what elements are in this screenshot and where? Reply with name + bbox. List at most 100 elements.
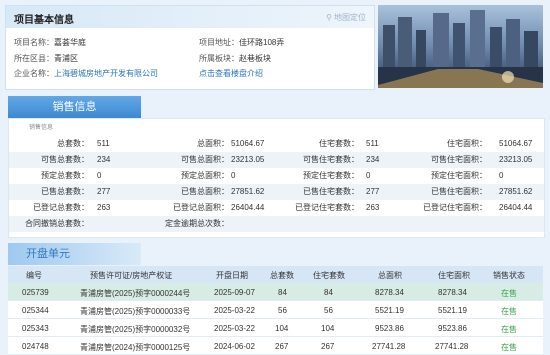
sales-value: 23213.05 xyxy=(499,155,533,164)
project-info-header: 项目基本信息 ⚲ 地图定位 xyxy=(6,6,374,28)
sales-value: 263 xyxy=(366,203,380,212)
sales-label: 已登记住宅面积： xyxy=(423,203,487,212)
table-row[interactable]: 025343 青浦房管(2025)预字0000032号 2025-03-22 1… xyxy=(8,319,543,337)
cell-id: 025344 xyxy=(22,306,49,315)
sales-value: 0 xyxy=(499,171,504,180)
sales-value: 27851.62 xyxy=(231,187,265,196)
cell-residential-units: 104 xyxy=(321,324,335,333)
col-header-residential-units: 住宅套数 xyxy=(313,271,345,280)
sales-value: 277 xyxy=(366,187,380,196)
cell-status: 在售 xyxy=(501,325,517,334)
sales-value: 263 xyxy=(97,203,111,212)
cell-total-area: 8278.34 xyxy=(375,288,404,297)
sales-tab[interactable]: 销售信息 xyxy=(8,96,141,118)
map-locate-label: 地图定位 xyxy=(334,13,366,22)
sales-label: 合同撤销总套数： xyxy=(25,219,89,228)
cell-date: 2025-03-22 xyxy=(214,324,255,333)
sales-label: 定金逾期总次数： xyxy=(165,219,229,228)
table-row[interactable]: 025344 青浦房管(2025)预字0000033号 2025-03-22 5… xyxy=(8,301,543,319)
cell-residential-area: 8278.34 xyxy=(438,288,467,297)
project-info-card: 项目基本信息 ⚲ 地图定位 项目名称：嘉荟华庭 项目地址：佳环路108弄 所在区县… xyxy=(5,5,375,90)
sales-value: 23213.05 xyxy=(231,155,265,164)
intro-field: 点击查看楼盘介绍 xyxy=(199,68,263,79)
project-name-value: 嘉荟华庭 xyxy=(54,38,86,47)
sales-value: 0 xyxy=(97,171,102,180)
sales-label: 已售住宅套数： xyxy=(303,187,359,196)
sales-value: 51064.67 xyxy=(231,139,265,148)
units-section-header: 开盘单元 xyxy=(5,243,543,265)
sales-label: 可售总面积： xyxy=(181,155,229,164)
district-label: 所在区县： xyxy=(14,54,54,63)
sales-label: 总套数： xyxy=(57,139,89,148)
sales-value: 511 xyxy=(97,139,110,148)
col-header-date: 开盘日期 xyxy=(216,271,248,280)
sales-label: 预定住宅套数： xyxy=(303,171,359,180)
cell-permit: 青浦房管(2025)预字0000033号 xyxy=(80,307,191,316)
sales-label: 已售总套数： xyxy=(41,187,89,196)
sales-label: 已登记总套数： xyxy=(33,203,89,212)
cell-status: 在售 xyxy=(501,289,517,298)
units-table-header: 编号 预售许可证/房地产权证 开盘日期 总套数 住宅套数 总面积 住宅面积 销售… xyxy=(8,266,543,283)
sales-value: 27851.62 xyxy=(499,187,533,196)
map-locate-link[interactable]: ⚲ 地图定位 xyxy=(326,12,366,23)
col-header-residential-area: 住宅面积 xyxy=(438,271,470,280)
cell-residential-area: 9523.86 xyxy=(438,324,467,333)
col-header-id: 编号 xyxy=(26,271,42,280)
sales-row: 可售总套数： 234 可售总面积： 23213.05 可售住宅套数： 234 可… xyxy=(9,152,544,168)
project-address-value: 佳环路108弄 xyxy=(239,38,285,47)
sales-value: 277 xyxy=(97,187,111,196)
sales-label: 可售住宅套数： xyxy=(303,155,359,164)
cell-status: 在售 xyxy=(501,307,517,316)
sales-label: 已售总面积： xyxy=(181,187,229,196)
units-tab[interactable]: 开盘单元 xyxy=(8,243,141,265)
sector-field: 所属板块：赵巷板块 xyxy=(199,53,271,64)
sector-label: 所属板块： xyxy=(199,54,239,63)
sales-label: 可售住宅面积： xyxy=(431,155,487,164)
cell-total-area: 5521.19 xyxy=(375,306,404,315)
sales-value: 234 xyxy=(97,155,111,164)
company-label: 企业名称： xyxy=(14,69,54,78)
district-value: 青浦区 xyxy=(54,54,78,63)
sales-label: 住宅面积： xyxy=(447,139,487,148)
project-name-field: 项目名称：嘉荟华庭 xyxy=(14,37,86,48)
sales-label: 住宅套数： xyxy=(319,139,359,148)
col-header-status: 销售状态 xyxy=(493,271,525,280)
cell-total-units: 56 xyxy=(278,306,287,315)
cell-permit: 青浦房管(2024)预字0000125号 xyxy=(80,343,191,352)
cell-id: 025739 xyxy=(22,288,49,297)
district-field: 所在区县：青浦区 xyxy=(14,53,78,64)
sales-label: 预定住宅面积： xyxy=(431,171,487,180)
sales-label: 已登记住宅套数： xyxy=(295,203,359,212)
map-pin-icon: ⚲ xyxy=(326,13,332,22)
sales-row: 总套数： 511 总面积： 51064.67 住宅套数： 511 住宅面积： 5… xyxy=(9,136,544,152)
cell-status: 在售 xyxy=(501,343,517,352)
sales-label: 可售总套数： xyxy=(41,155,89,164)
sales-info-panel: 销售信息 总套数： 511 总面积： 51064.67 住宅套数： 511 住宅… xyxy=(8,118,545,238)
sector-value: 赵巷板块 xyxy=(239,54,271,63)
cell-id: 025343 xyxy=(22,324,49,333)
sales-row: 预定总套数： 0 预定总面积： 0 预定住宅套数： 0 预定住宅面积： 0 xyxy=(9,168,544,184)
sales-row: 已售总套数： 277 已售总面积： 27851.62 已售住宅套数： 277 已… xyxy=(9,184,544,200)
sales-row: 已登记总套数： 263 已登记总面积： 26404.44 已登记住宅套数： 26… xyxy=(9,200,544,216)
sales-label: 预定总面积： xyxy=(181,171,229,180)
cell-residential-units: 56 xyxy=(324,306,333,315)
cell-date: 2025-09-07 xyxy=(214,288,255,297)
cell-permit: 青浦房管(2025)预字0000032号 xyxy=(80,325,191,334)
sales-row: 合同撤销总套数： 定金逾期总次数： xyxy=(9,216,544,232)
project-intro-link[interactable]: 点击查看楼盘介绍 xyxy=(199,69,263,78)
cell-residential-units: 84 xyxy=(324,288,333,297)
table-row[interactable]: 025739 青浦房管(2025)预字0000244号 2025-09-07 8… xyxy=(8,283,543,301)
sales-section-header: 销售信息 xyxy=(5,96,543,118)
sales-value: 51064.67 xyxy=(499,139,533,148)
company-link[interactable]: 上海碧城房地产开发有限公司 xyxy=(54,69,158,78)
cell-permit: 青浦房管(2025)预字0000244号 xyxy=(80,289,191,298)
sales-label: 已登记总面积： xyxy=(173,203,229,212)
sales-value: 234 xyxy=(366,155,380,164)
col-header-permit: 预售许可证/房地产权证 xyxy=(90,271,173,280)
project-address-field: 项目地址：佳环路108弄 xyxy=(199,37,284,48)
company-field: 企业名称：上海碧城房地产开发有限公司 xyxy=(14,68,158,79)
sales-label: 已售住宅面积： xyxy=(431,187,487,196)
project-info-title: 项目基本信息 xyxy=(14,15,74,26)
table-row[interactable]: 024748 青浦房管(2024)预字0000125号 2024-06-02 2… xyxy=(8,337,543,355)
col-header-total-area: 总面积 xyxy=(378,271,402,280)
